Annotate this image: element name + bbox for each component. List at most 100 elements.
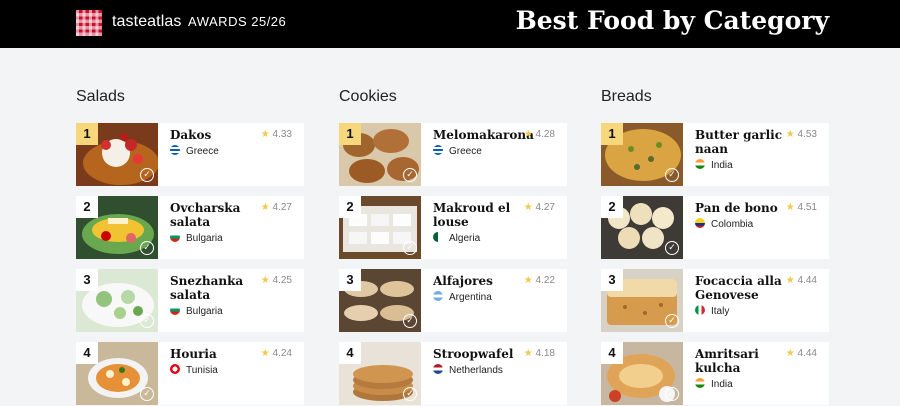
star-icon: ★ <box>260 348 270 359</box>
check-icon[interactable]: ✓ <box>403 387 417 401</box>
rank-badge: 3 <box>76 269 98 291</box>
check-icon[interactable]: ✓ <box>665 168 679 182</box>
check-icon[interactable]: ✓ <box>403 241 417 255</box>
food-image[interactable]: 3 ✓ <box>601 269 683 332</box>
rating-value: 4.27 <box>272 202 292 213</box>
country[interactable]: Italy <box>695 305 729 317</box>
food-name[interactable]: Alfajores <box>433 274 525 288</box>
category-column-cookies: Cookies 1 ✓ Melomakarona ★ 4.28 Greece 2… <box>339 86 567 405</box>
rank-badge: 1 <box>339 123 361 145</box>
food-image[interactable]: 1 ✓ <box>339 123 421 186</box>
category-title: Cookies <box>339 88 397 105</box>
check-icon[interactable]: ✓ <box>403 168 417 182</box>
food-name[interactable]: Houria <box>170 347 262 361</box>
food-name[interactable]: Makroud el louse <box>433 201 525 229</box>
check-icon[interactable]: ✓ <box>140 241 154 255</box>
food-name[interactable]: Focaccia alla Genovese <box>695 274 787 302</box>
list-item[interactable]: 3 ✓ Snezhanka salata ★ 4.25 Bulgaria <box>76 269 304 332</box>
argentina-flag-icon <box>433 291 443 301</box>
list-item[interactable]: 4 ✓ Houria ★ 4.24 Tunisia <box>76 342 304 405</box>
country-name: Greece <box>186 146 219 157</box>
category-column-breads: Breads 1 ✓ Butter garlic naan ★ 4.53 Ind… <box>601 86 829 405</box>
rating-value: 4.51 <box>797 202 817 213</box>
country[interactable]: Bulgaria <box>170 305 223 317</box>
netherlands-flag-icon <box>433 364 443 374</box>
food-name[interactable]: Stroopwafel <box>433 347 525 361</box>
bulgaria-flag-icon <box>170 305 180 315</box>
food-image[interactable]: 1 ✓ <box>76 123 158 186</box>
food-name[interactable]: Snezhanka salata <box>170 274 262 302</box>
check-icon[interactable]: ✓ <box>403 314 417 328</box>
country-name: Bulgaria <box>186 306 223 317</box>
star-icon: ★ <box>785 275 795 286</box>
country[interactable]: Argentina <box>433 291 492 303</box>
country[interactable]: India <box>695 378 733 390</box>
country-name: Netherlands <box>449 365 503 376</box>
brand-logo-text[interactable]: tasteatlas AWARDS 25/26 <box>112 13 286 31</box>
food-name[interactable]: Melomakarona <box>433 128 534 142</box>
rating: ★ 4.24 <box>261 348 292 359</box>
food-name[interactable]: Pan de bono <box>695 201 787 215</box>
list-item[interactable]: 1 ✓ Dakos ★ 4.33 Greece <box>76 123 304 186</box>
country[interactable]: Colombia <box>695 218 753 230</box>
food-image[interactable]: 1 ✓ <box>601 123 683 186</box>
page-title: Best Food by Category <box>515 6 829 35</box>
category-title: Breads <box>601 88 652 105</box>
country-name: India <box>711 379 733 390</box>
india-flag-icon <box>695 378 705 388</box>
list-item[interactable]: 4 ✓ Amritsari kulcha ★ 4.44 India <box>601 342 829 405</box>
rank-badge: 4 <box>601 342 623 364</box>
rank-badge: 2 <box>601 196 623 218</box>
country[interactable]: Bulgaria <box>170 232 223 244</box>
list-item[interactable]: 1 ✓ Melomakarona ★ 4.28 Greece <box>339 123 567 186</box>
list-item[interactable]: 2 ✓ Ovcharska salata ★ 4.27 Bulgaria <box>76 196 304 259</box>
list-item[interactable]: 4 ✓ Stroopwafel ★ 4.18 Netherlands <box>339 342 567 405</box>
food-name[interactable]: Ovcharska salata <box>170 201 262 229</box>
food-name[interactable]: Dakos <box>170 128 262 142</box>
country-name: Tunisia <box>186 365 218 376</box>
check-icon[interactable]: ✓ <box>665 241 679 255</box>
list-item[interactable]: 3 ✓ Alfajores ★ 4.22 Argentina <box>339 269 567 332</box>
country-name: India <box>711 160 733 171</box>
food-image[interactable]: 2 ✓ <box>339 196 421 259</box>
rating-value: 4.24 <box>272 348 292 359</box>
list-item[interactable]: 3 ✓ Focaccia alla Genovese ★ 4.44 Italy <box>601 269 829 332</box>
italy-flag-icon <box>695 305 705 315</box>
food-image[interactable]: 4 ✓ <box>76 342 158 405</box>
check-icon[interactable]: ✓ <box>140 168 154 182</box>
food-image[interactable]: 3 ✓ <box>76 269 158 332</box>
star-icon: ★ <box>260 202 270 213</box>
rating: ★ 4.28 <box>524 129 555 140</box>
country[interactable]: India <box>695 159 733 171</box>
tunisia-flag-icon <box>170 364 180 374</box>
food-image[interactable]: 4 ✓ <box>339 342 421 405</box>
category-column-salads: Salads 1 ✓ Dakos ★ 4.33 Greece 2 ✓ Ovcha… <box>76 86 304 405</box>
rank-badge: 4 <box>339 342 361 364</box>
country[interactable]: Greece <box>433 145 482 157</box>
country[interactable]: Greece <box>170 145 219 157</box>
country[interactable]: Netherlands <box>433 364 503 376</box>
food-image[interactable]: 2 ✓ <box>76 196 158 259</box>
check-icon[interactable]: ✓ <box>140 314 154 328</box>
food-image[interactable]: 4 ✓ <box>601 342 683 405</box>
list-item[interactable]: 2 ✓ Makroud el louse ★ 4.27 Algeria <box>339 196 567 259</box>
list-item[interactable]: 2 ✓ Pan de bono ★ 4.51 Colombia <box>601 196 829 259</box>
star-icon: ★ <box>785 348 795 359</box>
rating-value: 4.25 <box>272 275 292 286</box>
check-icon[interactable]: ✓ <box>140 387 154 401</box>
list-item[interactable]: 1 ✓ Butter garlic naan ★ 4.53 India <box>601 123 829 186</box>
awards-label: AWARDS 25/26 <box>188 14 287 29</box>
rating: ★ 4.53 <box>786 129 817 140</box>
tasteatlas-logo-icon[interactable] <box>76 10 102 36</box>
rank-badge: 2 <box>76 196 98 218</box>
country[interactable]: Algeria <box>433 232 480 244</box>
check-icon[interactable]: ✓ <box>665 314 679 328</box>
food-name[interactable]: Amritsari kulcha <box>695 347 787 375</box>
check-icon[interactable]: ✓ <box>665 387 679 401</box>
rank-badge: 3 <box>339 269 361 291</box>
star-icon: ★ <box>523 129 533 140</box>
food-image[interactable]: 2 ✓ <box>601 196 683 259</box>
food-name[interactable]: Butter garlic naan <box>695 128 787 156</box>
food-image[interactable]: 3 ✓ <box>339 269 421 332</box>
country[interactable]: Tunisia <box>170 364 218 376</box>
